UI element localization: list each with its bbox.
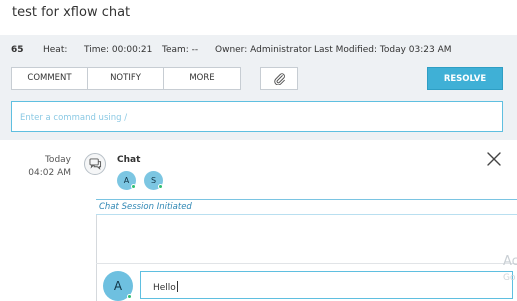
comment-button[interactable]: COMMENT	[12, 68, 88, 89]
chat-bubble-icon	[84, 153, 106, 175]
composer-divider	[96, 263, 517, 264]
last-modified: Last Modified: Today 03:23 AM	[314, 45, 452, 55]
message-input[interactable]: Hello	[140, 271, 513, 299]
online-status-dot	[158, 184, 163, 189]
chat-session-banner: Chat Session Initiated	[96, 199, 517, 215]
online-status-dot	[127, 294, 132, 299]
timeline-line	[96, 215, 97, 301]
timestamp-day: Today	[44, 155, 71, 165]
text-caret	[176, 281, 178, 292]
action-button-group: COMMENT NOTIFY MORE	[11, 67, 241, 90]
watermark-text: Ac	[503, 254, 517, 269]
more-button[interactable]: MORE	[164, 68, 240, 89]
ticket-id: 65	[11, 45, 24, 55]
paperclip-icon	[273, 73, 285, 85]
page-title: test for xflow chat	[12, 5, 131, 20]
resolve-button[interactable]: RESOLVE	[427, 67, 503, 90]
timestamp-time: 04:02 AM	[28, 168, 71, 178]
watermark-subtext: Go	[503, 273, 516, 283]
notify-button[interactable]: NOTIFY	[88, 68, 164, 89]
chat-label: Chat	[117, 155, 141, 165]
session-status-text: Chat Session Initiated	[99, 202, 192, 212]
heat-label: Heat:	[43, 45, 68, 55]
owner-label: Owner: Administrator	[215, 45, 312, 55]
online-status-dot	[131, 184, 136, 189]
message-text: Hello	[153, 283, 176, 293]
command-input[interactable]: Enter a command using /	[11, 101, 503, 132]
time-elapsed: Time: 00:00:21	[84, 45, 153, 55]
attach-button[interactable]	[260, 67, 298, 90]
team-label: Team: --	[162, 45, 199, 55]
ticket-info-bar: 65 Heat: Time: 00:00:21 Team: -- Owner: …	[0, 35, 517, 140]
close-icon[interactable]	[485, 150, 503, 168]
